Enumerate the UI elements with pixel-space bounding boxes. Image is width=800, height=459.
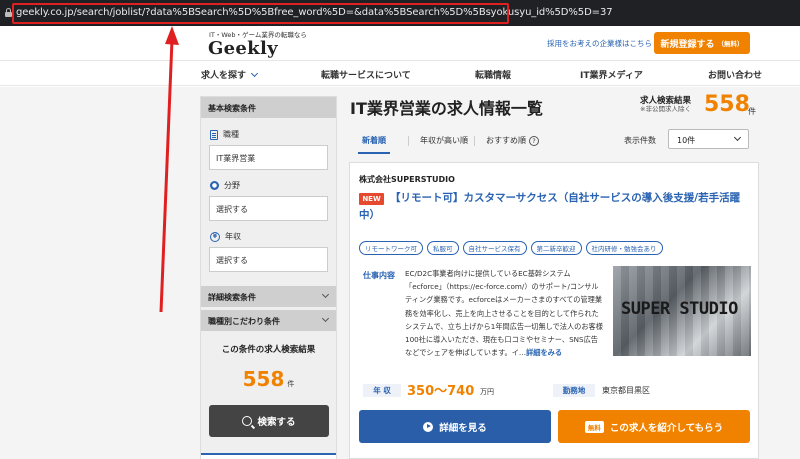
job-card: 株式会社SUPERSTUDIO NEW 【リモート可】カスタマーサクセス（自社サ…	[349, 162, 759, 459]
per-page-value: 10件	[677, 136, 696, 145]
chevron-down-icon	[250, 69, 259, 78]
job-title-line2: 中）	[359, 209, 380, 221]
site-header: IT・Web・ゲーム業界の転職なら Geekly 採用をお考えの企業様はこちら …	[0, 26, 800, 60]
per-page-label: 表示件数	[624, 136, 656, 145]
preference-conditions-title: 職種別こだわり条件	[208, 317, 280, 326]
job-title[interactable]: 【リモート可】カスタマーサクセス（自社サービスの導入後支援/若手活躍 中）	[359, 190, 755, 221]
view-detail-label: 詳細を見る	[439, 422, 487, 434]
company-image: SUPER STUDIO	[613, 266, 751, 356]
basic-conditions-title: 基本検索条件	[201, 97, 336, 118]
sort-tab-salary[interactable]: 年収が高い順	[420, 135, 468, 146]
free-badge: 無料	[584, 420, 604, 433]
global-nav: 求人を探す 転職サービスについて 転職情報 IT業界メディア お問い合わせ	[0, 60, 800, 86]
signup-button[interactable]: 新規登録する （無料）	[654, 32, 750, 54]
job-title-line1: 【リモート可】カスタマーサクセス（自社サービスの導入後支援/若手活躍	[390, 192, 741, 204]
job-type-label-text: 職種	[223, 130, 239, 139]
job-tag: 私服可	[427, 241, 459, 255]
detail-conditions-title: 詳細検索条件	[208, 293, 256, 302]
sidebar-footer-edge	[201, 453, 336, 459]
site-logo[interactable]: Geekly	[208, 38, 278, 59]
location-value: 東京都目黒区	[602, 386, 650, 395]
page-title: IT業界営業の求人情報一覧	[350, 99, 543, 118]
detail-conditions-toggle[interactable]: 詳細検索条件	[201, 286, 336, 307]
yen-icon: ¥	[210, 231, 220, 242]
work-label: 仕事内容	[363, 271, 395, 280]
search-button-label: 検索する	[257, 417, 296, 428]
sort-tab-recommended-label: おすすめ順	[486, 136, 526, 145]
sidebar-result-unit: 件	[287, 380, 295, 388]
salary-field[interactable]: 選択する	[209, 247, 328, 272]
result-count: 558	[704, 92, 750, 117]
location-label: 勤務地	[553, 384, 595, 397]
area-field[interactable]: 選択する	[209, 196, 328, 221]
chevron-down-icon	[733, 133, 742, 142]
nav-item-contact[interactable]: お問い合わせ	[708, 68, 762, 81]
job-description-text: EC/D2C事業者向けに提供しているEC基幹システム「ecforce」（http…	[405, 269, 603, 358]
new-badge: NEW	[359, 193, 384, 205]
job-tag: 第二新卒歓迎	[530, 241, 582, 255]
company-image-text: SUPER STUDIO	[621, 299, 738, 319]
area-label-text: 分野	[224, 181, 240, 190]
result-count-note: ※非公開求人除く	[640, 105, 691, 114]
chevron-down-icon	[321, 314, 330, 323]
signup-label: 新規登録する	[660, 39, 715, 50]
company-name[interactable]: 株式会社SUPERSTUDIO	[359, 174, 455, 185]
job-type-field[interactable]: IT業界営業	[209, 145, 328, 170]
search-icon	[242, 416, 253, 426]
salary-unit: 万円	[480, 388, 494, 396]
help-icon[interactable]: ?	[529, 136, 539, 146]
nav-item-career-info[interactable]: 転職情報	[475, 68, 511, 81]
corporate-link[interactable]: 採用をお考えの企業様はこちら	[547, 38, 652, 49]
document-icon	[210, 129, 218, 140]
job-tags: リモートワーク可 私服可 自社サービス保有 第二新卒歓迎 社内研修・勉強会あり	[359, 241, 663, 255]
salary-label-text: 年収	[225, 232, 241, 241]
nav-item-it-media[interactable]: IT業界メディア	[580, 68, 643, 81]
job-tag: 自社サービス保有	[462, 241, 527, 255]
sidebar-result-number: 558	[242, 367, 285, 391]
request-introduction-label: この求人を紹介してもらう	[609, 422, 724, 434]
area-label: ● 分野	[210, 180, 240, 191]
lock-icon	[5, 8, 12, 17]
sort-tab-newest[interactable]: 新着順	[358, 135, 390, 154]
preference-conditions-toggle[interactable]: 職種別こだわり条件	[201, 310, 336, 331]
salary-label: ¥ 年収	[210, 231, 241, 242]
job-tag: 社内研修・勉強会あり	[585, 241, 663, 255]
nav-item-label: 求人を探す	[201, 71, 247, 81]
nav-item-find-jobs[interactable]: 求人を探す	[201, 68, 259, 81]
more-link[interactable]: 詳細をみる	[526, 348, 562, 357]
play-circle-icon	[423, 421, 434, 432]
search-sidebar: 基本検索条件 職種 IT業界営業 ● 分野 選択する ¥ 年収 選択する 詳細検…	[200, 96, 337, 459]
divider	[408, 136, 409, 146]
nav-item-service[interactable]: 転職サービスについて	[321, 68, 411, 81]
signup-sub-label: （無料）	[717, 40, 744, 48]
url-highlight-annotation	[12, 3, 509, 24]
salary-value: 350〜740	[407, 384, 475, 399]
job-tag: リモートワーク可	[359, 241, 423, 255]
divider	[474, 136, 475, 146]
compass-icon: ●	[210, 181, 219, 190]
sidebar-result-label: この条件の求人検索結果	[221, 345, 316, 355]
request-introduction-button[interactable]: 無料 この求人を紹介してもらう	[558, 410, 750, 443]
salary-label: 年 収	[363, 384, 401, 397]
sidebar-result: この条件の求人検索結果 558 件	[201, 343, 336, 391]
view-detail-button[interactable]: 詳細を見る	[359, 410, 551, 443]
result-count-label: 求人検索結果 ※非公開求人除く	[640, 96, 691, 114]
job-type-label: 職種	[210, 129, 239, 140]
result-count-unit: 件	[748, 107, 756, 116]
job-description: EC/D2C事業者向けに提供しているEC基幹システム「ecforce」（http…	[405, 267, 603, 359]
search-button[interactable]: 検索する	[209, 405, 329, 437]
per-page-select[interactable]: 10件	[668, 129, 749, 149]
chevron-down-icon	[321, 290, 330, 299]
sort-tab-recommended[interactable]: おすすめ順?	[486, 135, 539, 146]
sidebar-result-count: 558 件	[201, 367, 336, 391]
